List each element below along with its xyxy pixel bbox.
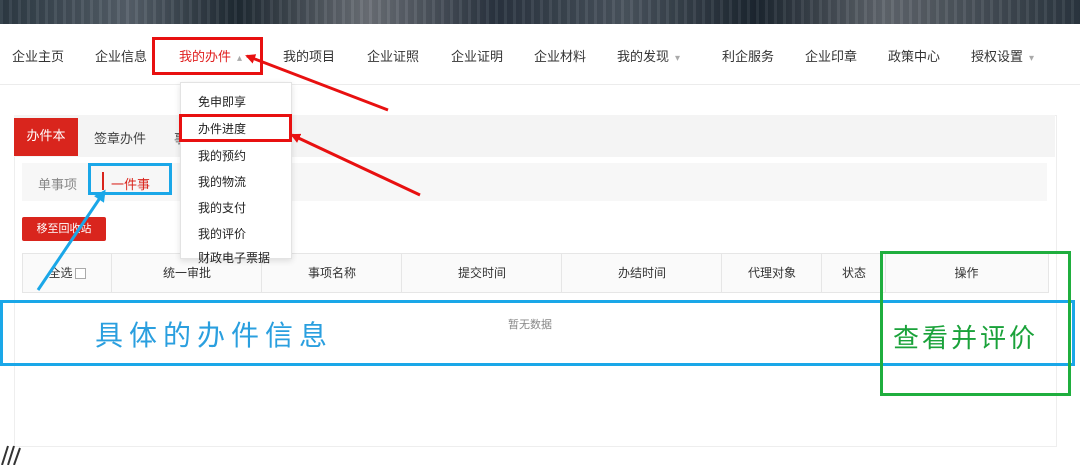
- annotation-arrows: [36, 54, 421, 291]
- arrow-to-case-progress: [290, 133, 421, 197]
- arrow-to-one-thing: [36, 189, 106, 291]
- corner-decoration-icon: [1, 445, 21, 465]
- arrow-to-my-cases: [245, 54, 389, 112]
